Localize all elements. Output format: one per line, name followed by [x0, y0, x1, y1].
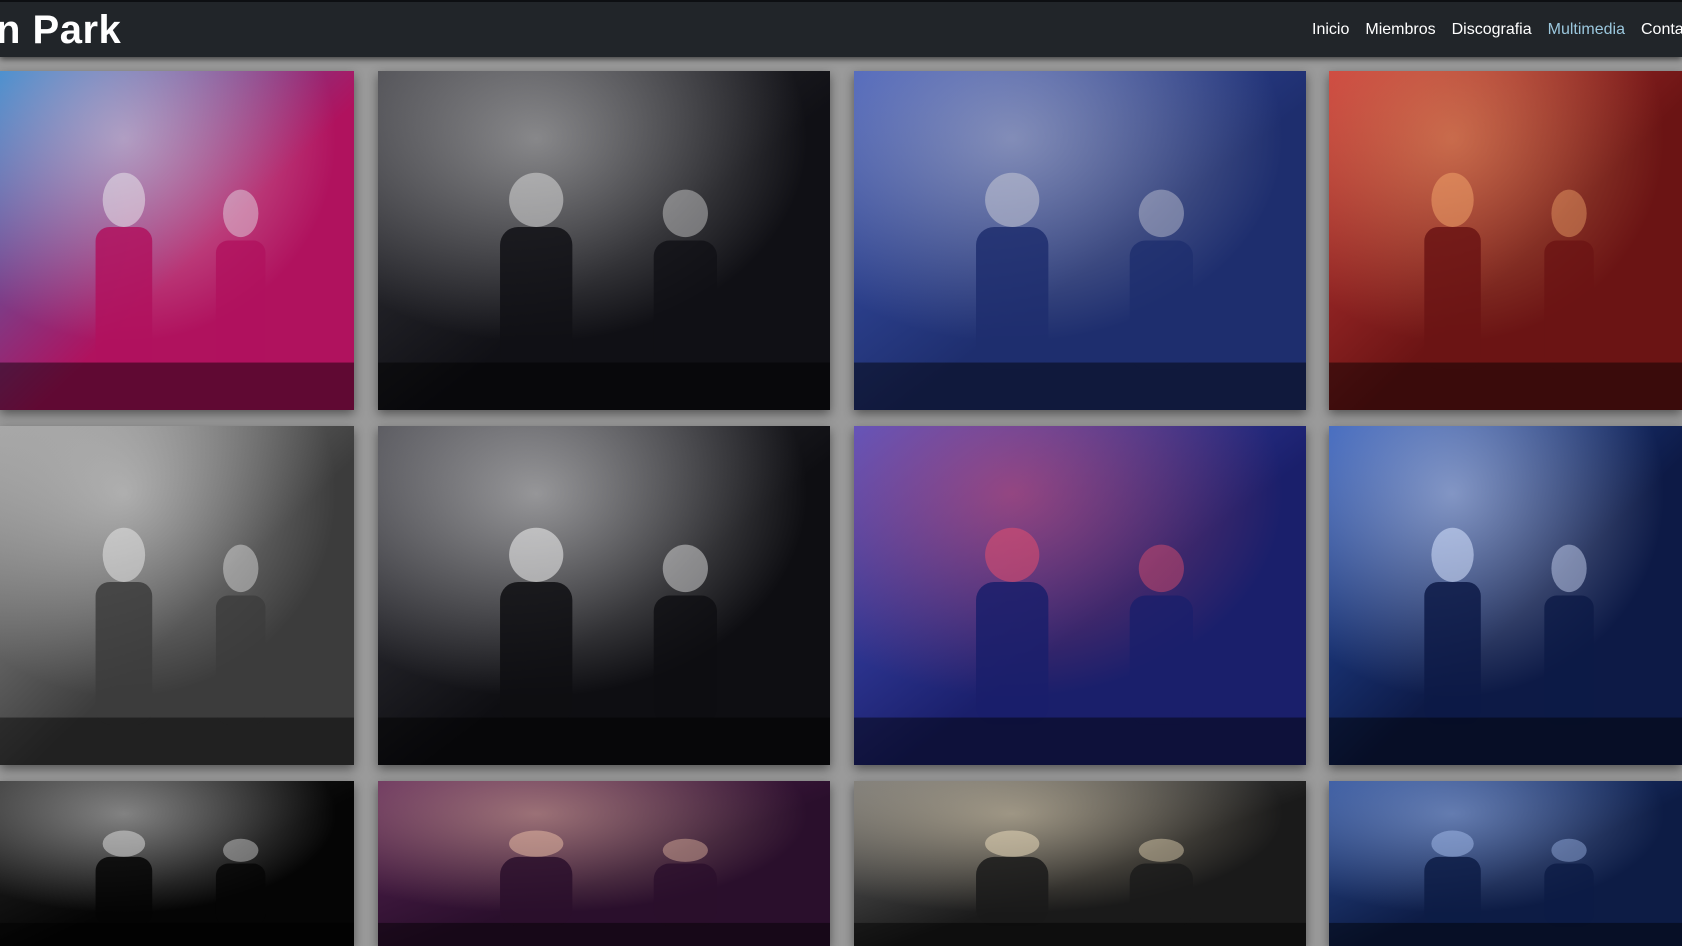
site-brand[interactable]: n Park	[0, 6, 121, 54]
gallery-photo[interactable]	[1329, 781, 1682, 946]
navbar: n Park Inicio Miembros Discografia Multi…	[0, 0, 1682, 57]
concert-photo-placeholder	[378, 426, 830, 765]
concert-photo-placeholder	[1329, 71, 1682, 410]
gallery-photo[interactable]	[378, 781, 830, 946]
gallery-photo[interactable]	[0, 781, 354, 946]
concert-photo-placeholder	[854, 426, 1306, 765]
nav-links: Inicio Miembros Discografia Multimedia C…	[1312, 21, 1682, 39]
concert-photo-placeholder	[854, 781, 1306, 946]
concert-photo-placeholder	[0, 781, 354, 946]
concert-photo-placeholder	[1329, 426, 1682, 765]
concert-photo-placeholder	[1329, 781, 1682, 946]
nav-link-discografia[interactable]: Discografia	[1452, 21, 1532, 39]
gallery-photo[interactable]	[1329, 426, 1682, 765]
gallery-photo[interactable]	[854, 781, 1306, 946]
nav-link-miembros[interactable]: Miembros	[1365, 21, 1435, 39]
gallery-photo[interactable]	[854, 426, 1306, 765]
gallery-photo[interactable]	[854, 71, 1306, 410]
gallery-photo[interactable]	[1329, 71, 1682, 410]
concert-photo-placeholder	[378, 781, 830, 946]
nav-link-contacto[interactable]: Conta	[1641, 21, 1682, 39]
gallery-photo[interactable]	[0, 426, 354, 765]
gallery-photo[interactable]	[378, 426, 830, 765]
nav-link-multimedia[interactable]: Multimedia	[1548, 21, 1625, 39]
concert-photo-placeholder	[854, 71, 1306, 410]
concert-photo-placeholder	[0, 426, 354, 765]
concert-photo-placeholder	[0, 71, 354, 410]
nav-link-inicio[interactable]: Inicio	[1312, 21, 1349, 39]
concert-photo-placeholder	[378, 71, 830, 410]
gallery-photo[interactable]	[0, 71, 354, 410]
gallery-photo[interactable]	[378, 71, 830, 410]
photo-gallery	[0, 0, 1682, 946]
